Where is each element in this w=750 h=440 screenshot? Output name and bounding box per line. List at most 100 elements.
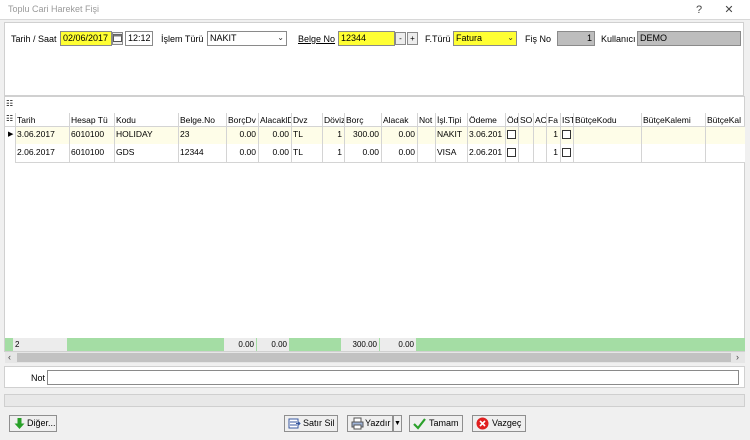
col-divider [258, 113, 259, 162]
not-field[interactable] [47, 370, 739, 385]
table-cell[interactable] [705, 145, 745, 160]
scroll-left-icon[interactable]: ‹ [8, 352, 11, 363]
time-field[interactable]: 12:12 [125, 31, 153, 46]
table-cell[interactable] [641, 145, 705, 160]
diger-button[interactable]: Diğer... [9, 415, 57, 432]
table-cell[interactable]: 23 [178, 127, 226, 142]
footer-borc: 300.00 [341, 338, 379, 351]
col-divider [533, 113, 534, 162]
column-chooser-icon[interactable]: ☷ [6, 114, 13, 123]
col-divider [573, 113, 574, 162]
title-bar: Toplu Cari Hareket Fişi ? ✕ [0, 0, 750, 20]
table-cell[interactable]: GDS [114, 145, 178, 160]
table-cell[interactable]: NAKIT [435, 127, 467, 142]
f-turu-select[interactable]: Fatura ⌄ [453, 31, 517, 46]
scrollbar-thumb[interactable] [17, 353, 731, 362]
print-icon [351, 417, 364, 430]
cancel-icon [476, 417, 489, 430]
footer-count: 2 [13, 338, 67, 351]
footer-borc-dv: 0.00 [224, 338, 256, 351]
scroll-right-icon[interactable]: › [736, 352, 739, 363]
diger-label: Diğer... [27, 418, 56, 428]
horizontal-scrollbar[interactable]: ‹ › [5, 352, 745, 363]
table-cell[interactable] [518, 145, 533, 160]
col-divider [705, 113, 706, 162]
vazgec-button[interactable]: Vazgeç [472, 415, 526, 432]
table-cell[interactable]: TL [291, 127, 322, 142]
grid-checkbox[interactable] [507, 148, 516, 157]
table-cell[interactable]: 3.06.201 [467, 127, 505, 142]
table-cell[interactable] [533, 145, 546, 160]
table-cell[interactable]: 0.00 [258, 145, 291, 160]
arrow-down-icon [14, 418, 25, 429]
table-cell[interactable]: 0.00 [381, 127, 417, 142]
table-cell[interactable]: TL [291, 145, 322, 160]
grid-checkbox[interactable] [562, 148, 571, 157]
table-cell[interactable]: 6010100 [69, 127, 114, 142]
table-cell[interactable]: 1 [546, 145, 560, 160]
table-cell[interactable]: 1 [322, 127, 344, 142]
table-cell[interactable]: 2.06.2017 [15, 145, 69, 160]
grid-checkbox[interactable] [507, 130, 516, 139]
col-divider [344, 113, 345, 162]
table-cell[interactable]: 6010100 [69, 145, 114, 160]
f-turu-label: F.Türü [425, 34, 451, 44]
table-cell[interactable]: 2.06.201 [467, 145, 505, 160]
satir-sil-button[interactable]: Satır Sil [284, 415, 338, 432]
table-cell[interactable]: 1 [322, 145, 344, 160]
calendar-icon[interactable] [112, 32, 123, 45]
grid-menu-icon[interactable]: ☷ [6, 99, 13, 108]
islem-turu-select[interactable]: NAKIT ⌄ [207, 31, 287, 46]
col-divider [291, 113, 292, 162]
kullanici-label: Kullanıcı [601, 34, 636, 44]
table-cell[interactable]: 0.00 [344, 145, 381, 160]
table-cell[interactable] [417, 127, 435, 142]
belge-no-field[interactable]: 12344 [338, 31, 395, 46]
table-cell[interactable]: VISA [435, 145, 467, 160]
help-button[interactable]: ? [686, 2, 712, 18]
close-button[interactable]: ✕ [716, 2, 742, 18]
status-bar [4, 394, 745, 407]
table-cell[interactable]: HOLIDAY [114, 127, 178, 142]
table-cell[interactable] [573, 145, 641, 160]
table-cell[interactable] [533, 127, 546, 142]
col-divider [178, 113, 179, 162]
grid-checkbox[interactable] [562, 130, 571, 139]
caret-down-icon: ▼ [394, 420, 401, 427]
grid-footer: 2 0.00 0.00 300.00 0.00 [5, 338, 745, 351]
table-cell[interactable] [573, 127, 641, 142]
table-cell[interactable]: 0.00 [226, 145, 258, 160]
tamam-button[interactable]: Tamam [409, 415, 463, 432]
table-cell[interactable]: 0.00 [381, 145, 417, 160]
col-divider [69, 113, 70, 162]
table-cell[interactable] [417, 145, 435, 160]
col-divider [15, 113, 16, 162]
table-cell[interactable]: 0.00 [258, 127, 291, 142]
decrement-button[interactable]: - [395, 32, 406, 45]
table-cell[interactable] [705, 127, 745, 142]
note-panel: Not [4, 366, 745, 388]
header-form: Tarih / Saat 02/06/2017 12:12 İşlem Türü… [4, 22, 744, 96]
f-turu-value: Fatura [456, 33, 483, 43]
table-cell[interactable]: 12344 [178, 145, 226, 160]
col-divider [114, 113, 115, 162]
vazgec-label: Vazgeç [492, 418, 522, 428]
yazdir-label: Yazdır [365, 418, 391, 428]
transactions-grid[interactable]: ☷ ☷ Tarih Hesap Tü Kodu Belge.No BorçDv Alacakl… [4, 96, 745, 352]
increment-button[interactable]: + [407, 32, 418, 45]
table-cell[interactable]: 3.06.2017 [15, 127, 69, 142]
date-field[interactable]: 02/06/2017 [60, 31, 112, 46]
col-divider [546, 113, 547, 162]
yazdir-dropdown-button[interactable]: ▼ [393, 415, 402, 432]
col-divider [226, 113, 227, 162]
col-divider [560, 113, 561, 162]
col-divider [518, 113, 519, 162]
yazdir-button[interactable]: Yazdır [347, 415, 393, 432]
table-cell[interactable]: 300.00 [344, 127, 381, 142]
window-title: Toplu Cari Hareket Fişi [8, 4, 100, 14]
table-cell[interactable] [518, 127, 533, 142]
table-cell[interactable] [641, 127, 705, 142]
table-cell[interactable]: 1 [546, 127, 560, 142]
table-cell[interactable]: 0.00 [226, 127, 258, 142]
col-divider [505, 113, 506, 162]
